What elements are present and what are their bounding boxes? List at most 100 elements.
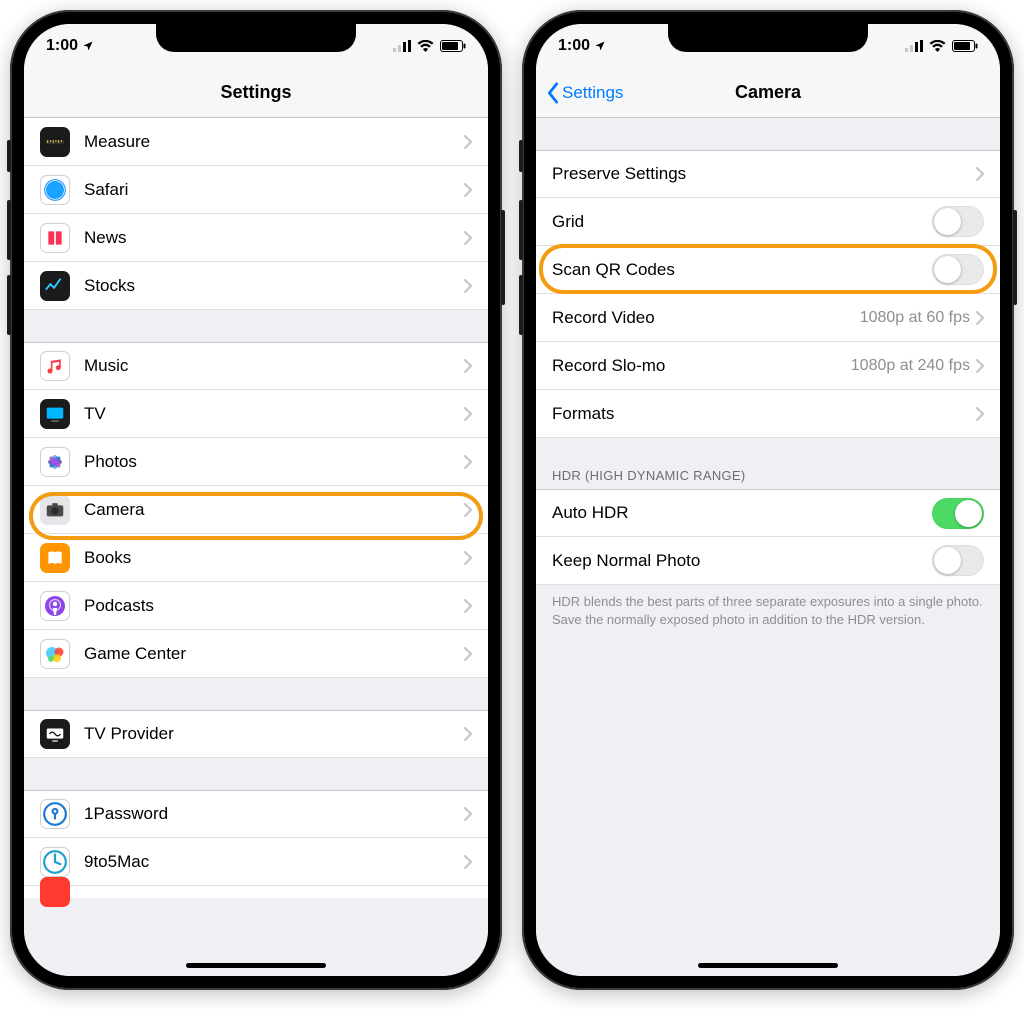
tvprovider-icon (40, 719, 70, 749)
row-auto-hdr[interactable]: Auto HDR (536, 489, 1000, 537)
phone-frame-left: 1:00 Settings Measure Safari (10, 10, 502, 990)
generic-icon (40, 877, 70, 907)
row-label: Safari (84, 180, 464, 200)
row-label: Auto HDR (552, 503, 932, 523)
battery-icon (440, 40, 466, 52)
row-tv[interactable]: TV (24, 390, 488, 438)
row-scan-qr[interactable]: Scan QR Codes (536, 246, 1000, 294)
status-time: 1:00 (558, 37, 590, 55)
row-label: Books (84, 548, 464, 568)
page-title: Camera (735, 82, 801, 103)
stocks-icon (40, 271, 70, 301)
toggle-grid[interactable] (932, 206, 984, 237)
row-label: Grid (552, 212, 932, 232)
row-label: 1Password (84, 804, 464, 824)
photos-icon (40, 447, 70, 477)
row-label: News (84, 228, 464, 248)
row-cutoff[interactable] (24, 886, 488, 898)
chevron-right-icon (464, 647, 472, 661)
music-icon (40, 351, 70, 381)
row-label: Stocks (84, 276, 464, 296)
row-grid[interactable]: Grid (536, 198, 1000, 246)
row-record-video[interactable]: Record Video 1080p at 60 fps (536, 294, 1000, 342)
settings-list[interactable]: Measure Safari News Stocks (24, 118, 488, 976)
toggle-auto-hdr[interactable] (932, 498, 984, 529)
row-label: TV (84, 404, 464, 424)
row-news[interactable]: News (24, 214, 488, 262)
row-label: Record Video (552, 308, 860, 328)
section-header-hdr: HDR (HIGH DYNAMIC RANGE) (536, 460, 1000, 489)
onepassword-icon (40, 799, 70, 829)
location-icon (82, 40, 94, 52)
chevron-right-icon (464, 407, 472, 421)
row-9to5mac[interactable]: 9to5Mac (24, 838, 488, 886)
notch (156, 24, 356, 52)
row-measure[interactable]: Measure (24, 118, 488, 166)
back-button[interactable]: Settings (546, 82, 623, 104)
location-icon (594, 40, 606, 52)
phone-frame-right: 1:00 Settings Camera Preserve Settings (522, 10, 1014, 990)
row-gamecenter[interactable]: Game Center (24, 630, 488, 678)
wifi-icon (929, 40, 946, 52)
chevron-right-icon (464, 359, 472, 373)
chevron-right-icon (976, 311, 984, 325)
row-stocks[interactable]: Stocks (24, 262, 488, 310)
toggle-scan-qr[interactable] (932, 254, 984, 285)
chevron-right-icon (464, 183, 472, 197)
chevron-right-icon (464, 807, 472, 821)
row-label: Keep Normal Photo (552, 551, 932, 571)
navbar-camera: Settings Camera (536, 68, 1000, 118)
hdr-footer-note: HDR blends the best parts of three separ… (536, 585, 1000, 636)
row-label: Record Slo-mo (552, 356, 851, 376)
nineto5mac-icon (40, 847, 70, 877)
row-1password[interactable]: 1Password (24, 790, 488, 838)
chevron-right-icon (464, 231, 472, 245)
battery-icon (952, 40, 978, 52)
row-podcasts[interactable]: Podcasts (24, 582, 488, 630)
back-label: Settings (562, 83, 623, 103)
chevron-right-icon (464, 855, 472, 869)
row-detail: 1080p at 240 fps (851, 357, 970, 375)
row-label: Podcasts (84, 596, 464, 616)
chevron-right-icon (464, 551, 472, 565)
row-label: Measure (84, 132, 464, 152)
row-preserve-settings[interactable]: Preserve Settings (536, 150, 1000, 198)
row-tvprovider[interactable]: TV Provider (24, 710, 488, 758)
row-label: Preserve Settings (552, 164, 976, 184)
chevron-right-icon (464, 727, 472, 741)
navbar-settings: Settings (24, 68, 488, 118)
row-music[interactable]: Music (24, 342, 488, 390)
row-label: Game Center (84, 644, 464, 664)
news-icon (40, 223, 70, 253)
chevron-right-icon (464, 599, 472, 613)
chevron-right-icon (976, 359, 984, 373)
notch (668, 24, 868, 52)
row-formats[interactable]: Formats (536, 390, 1000, 438)
chevron-right-icon (464, 455, 472, 469)
row-camera[interactable]: Camera (24, 486, 488, 534)
row-keep-normal-photo[interactable]: Keep Normal Photo (536, 537, 1000, 585)
row-label: Music (84, 356, 464, 376)
row-books[interactable]: Books (24, 534, 488, 582)
row-photos[interactable]: Photos (24, 438, 488, 486)
cellular-icon (905, 40, 923, 52)
camera-settings-list[interactable]: Preserve Settings Grid Scan QR Codes Rec… (536, 118, 1000, 976)
toggle-keep-normal[interactable] (932, 545, 984, 576)
row-safari[interactable]: Safari (24, 166, 488, 214)
gamecenter-icon (40, 639, 70, 669)
measure-icon (40, 127, 70, 157)
chevron-right-icon (464, 135, 472, 149)
chevron-right-icon (976, 167, 984, 181)
row-label: TV Provider (84, 724, 464, 744)
wifi-icon (417, 40, 434, 52)
tv-icon (40, 399, 70, 429)
row-label: Scan QR Codes (552, 260, 932, 280)
page-title: Settings (220, 82, 291, 103)
home-indicator[interactable] (698, 963, 838, 968)
home-indicator[interactable] (186, 963, 326, 968)
books-icon (40, 543, 70, 573)
status-time: 1:00 (46, 37, 78, 55)
chevron-left-icon (546, 82, 560, 104)
podcasts-icon (40, 591, 70, 621)
row-record-slomo[interactable]: Record Slo-mo 1080p at 240 fps (536, 342, 1000, 390)
